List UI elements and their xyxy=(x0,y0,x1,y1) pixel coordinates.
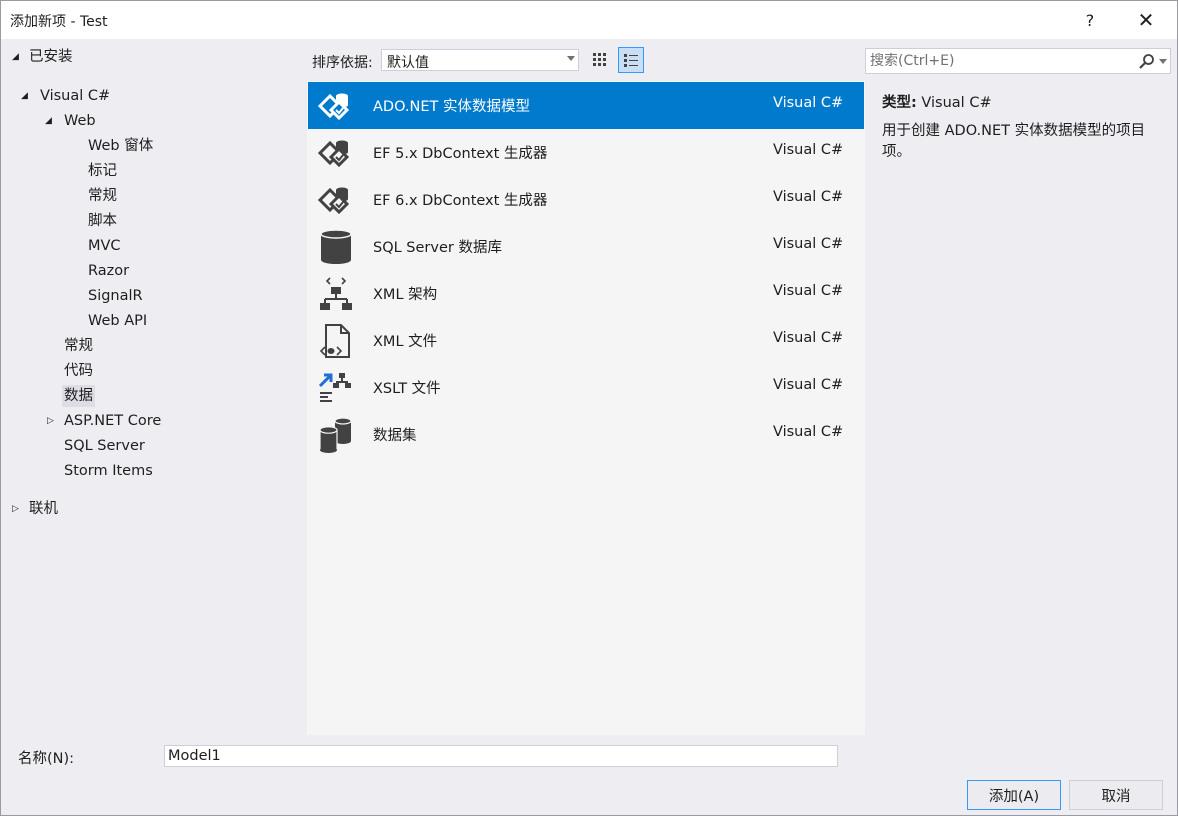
template-item[interactable]: ADO.NET 实体数据模型 Visual C# xyxy=(308,82,864,129)
search-icon[interactable] xyxy=(1138,53,1156,71)
template-name: SQL Server 数据库 xyxy=(373,240,502,256)
type-value: Visual C# xyxy=(921,95,992,111)
tree-item-web-forms[interactable]: Web 窗体 xyxy=(88,135,153,157)
template-language: Visual C# xyxy=(773,142,844,158)
template-name: XSLT 文件 xyxy=(373,381,441,397)
template-list: ADO.NET 实体数据模型 Visual C# EF 5.x DbContex… xyxy=(307,81,865,735)
database-icon xyxy=(320,229,352,264)
expand-arrow-icon[interactable]: ▷ xyxy=(47,410,57,432)
dialog-title: 添加新项 - Test xyxy=(10,14,108,30)
template-language: Visual C# xyxy=(773,424,844,440)
template-description: 用于创建 ADO.NET 实体数据模型的项目项。 xyxy=(882,123,1146,160)
template-language: Visual C# xyxy=(773,236,844,252)
tree-item-code[interactable]: 代码 xyxy=(64,360,93,382)
collapse-arrow-icon[interactable]: ◢ xyxy=(12,46,22,68)
tree-item-storm-items[interactable]: Storm Items xyxy=(64,460,153,482)
template-name: EF 6.x DbContext 生成器 xyxy=(373,193,548,209)
template-language: Visual C# xyxy=(773,330,844,346)
template-language: Visual C# xyxy=(773,95,844,111)
template-item[interactable]: XML 文件 Visual C# xyxy=(308,317,864,364)
template-type: 类型: Visual C# xyxy=(882,91,992,112)
collapse-arrow-icon[interactable]: ◢ xyxy=(21,85,31,107)
template-item[interactable]: SQL Server 数据库 Visual C# xyxy=(308,223,864,270)
help-button[interactable]: ? xyxy=(1067,1,1113,39)
description-panel: 类型: Visual C# 用于创建 ADO.NET 实体数据模型的项目项。 xyxy=(865,81,1177,735)
tree-item-signalr[interactable]: SignalR xyxy=(88,285,143,307)
dbcontext-generator-icon xyxy=(317,187,350,215)
xml-schema-icon xyxy=(320,277,352,310)
template-item[interactable]: 数据集 Visual C# xyxy=(308,411,864,458)
tree-item-markup[interactable]: 标记 xyxy=(88,160,117,182)
template-name: EF 5.x DbContext 生成器 xyxy=(373,146,548,162)
template-language: Visual C# xyxy=(773,283,844,299)
template-language: Visual C# xyxy=(773,377,844,393)
details-view-button[interactable] xyxy=(618,47,644,73)
tree-item-online[interactable]: 联机 xyxy=(29,498,58,520)
template-item[interactable]: EF 6.x DbContext 生成器 Visual C# xyxy=(308,176,864,223)
sort-dropdown[interactable]: 默认值 xyxy=(381,49,579,71)
cancel-button[interactable]: 取消 xyxy=(1069,780,1163,810)
tree-item-installed[interactable]: 已安装 xyxy=(29,46,73,68)
collapse-arrow-icon[interactable]: ◢ xyxy=(45,110,55,132)
tree-item-aspnet-core[interactable]: ASP.NET Core xyxy=(64,410,161,432)
search-options-chevron-icon[interactable] xyxy=(1159,59,1167,64)
tree-item-script[interactable]: 脚本 xyxy=(88,210,117,232)
tree-item-mvc[interactable]: MVC xyxy=(88,235,121,257)
tree-item-razor[interactable]: Razor xyxy=(88,260,129,282)
name-label: 名称(N): xyxy=(18,751,75,767)
entity-model-icon xyxy=(317,93,350,121)
xslt-file-icon xyxy=(318,373,351,402)
small-icons-view-button[interactable] xyxy=(587,47,613,73)
template-item[interactable]: XSLT 文件 Visual C# xyxy=(308,364,864,411)
add-button[interactable]: 添加(A) xyxy=(967,780,1061,810)
template-name: XML 文件 xyxy=(373,334,438,350)
add-new-item-dialog: 添加新项 - Test ? ✕ ◢ 已安装 ◢ Visual C# ◢ Web … xyxy=(0,0,1178,816)
sort-value: 默认值 xyxy=(387,55,429,71)
tree-item-sql-server[interactable]: SQL Server xyxy=(64,435,145,457)
tree-item-web-api[interactable]: Web API xyxy=(88,310,147,332)
tree-item-data[interactable]: 数据 xyxy=(62,385,95,407)
name-input[interactable] xyxy=(164,745,838,767)
expand-arrow-icon[interactable]: ▷ xyxy=(12,498,22,520)
search-input[interactable] xyxy=(870,51,1120,71)
template-item[interactable]: EF 5.x DbContext 生成器 Visual C# xyxy=(308,129,864,176)
sort-label: 排序依据: xyxy=(312,55,373,71)
template-item[interactable]: XML 架构 Visual C# xyxy=(308,270,864,317)
tree-item-visual-csharp[interactable]: Visual C# xyxy=(40,85,110,107)
tree-item-web-general[interactable]: 常规 xyxy=(88,185,117,207)
grid-view-icon xyxy=(593,53,606,66)
close-button[interactable]: ✕ xyxy=(1123,1,1169,39)
category-tree: ◢ 已安装 ◢ Visual C# ◢ Web Web 窗体 标记 常规 脚本 … xyxy=(1,39,306,737)
xml-file-icon xyxy=(319,324,350,358)
template-name: ADO.NET 实体数据模型 xyxy=(373,99,530,115)
search-box[interactable] xyxy=(865,48,1171,74)
dbcontext-generator-icon xyxy=(317,140,350,168)
dataset-icon xyxy=(319,417,352,453)
list-view-icon xyxy=(624,54,638,67)
template-name: 数据集 xyxy=(373,428,417,444)
chevron-down-icon xyxy=(567,56,575,61)
template-name: XML 架构 xyxy=(373,287,438,303)
tree-item-general[interactable]: 常规 xyxy=(64,335,93,357)
tree-item-web[interactable]: Web xyxy=(64,110,96,132)
title-bar: 添加新项 - Test ? ✕ xyxy=(1,1,1177,39)
type-label: 类型: xyxy=(882,95,917,111)
template-language: Visual C# xyxy=(773,189,844,205)
